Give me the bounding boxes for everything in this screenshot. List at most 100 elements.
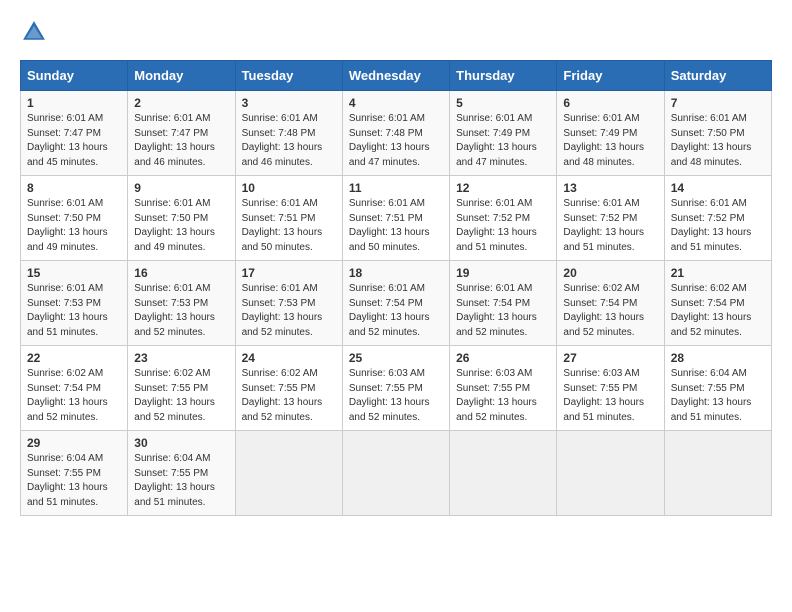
daylight-label: Daylight: 13 hours (27, 397, 108, 408)
sunset-label: Sunset: 7:52 PM (456, 213, 530, 224)
sunset-label: Sunset: 7:54 PM (671, 298, 745, 309)
sunset-label: Sunset: 7:49 PM (456, 128, 530, 139)
day-number: 17 (242, 266, 336, 280)
daylight-label: Daylight: 13 hours (563, 312, 644, 323)
calendar-cell: 5 Sunrise: 6:01 AM Sunset: 7:49 PM Dayli… (450, 91, 557, 176)
daylight-label: Daylight: 13 hours (456, 142, 537, 153)
sunrise-label: Sunrise: 6:02 AM (563, 283, 639, 294)
day-info: Sunrise: 6:02 AM Sunset: 7:55 PM Dayligh… (242, 367, 336, 425)
sunrise-label: Sunrise: 6:01 AM (27, 113, 103, 124)
calendar-cell: 14 Sunrise: 6:01 AM Sunset: 7:52 PM Dayl… (664, 176, 771, 261)
day-number: 15 (27, 266, 121, 280)
day-info: Sunrise: 6:01 AM Sunset: 7:53 PM Dayligh… (242, 282, 336, 340)
day-info: Sunrise: 6:02 AM Sunset: 7:54 PM Dayligh… (563, 282, 657, 340)
sunrise-label: Sunrise: 6:01 AM (456, 113, 532, 124)
sunrise-label: Sunrise: 6:01 AM (563, 113, 639, 124)
daylight-label: Daylight: 13 hours (349, 227, 430, 238)
calendar-cell: 3 Sunrise: 6:01 AM Sunset: 7:48 PM Dayli… (235, 91, 342, 176)
day-number: 30 (134, 436, 228, 450)
calendar-week-row: 1 Sunrise: 6:01 AM Sunset: 7:47 PM Dayli… (21, 91, 772, 176)
day-info: Sunrise: 6:01 AM Sunset: 7:52 PM Dayligh… (456, 197, 550, 255)
calendar-cell: 11 Sunrise: 6:01 AM Sunset: 7:51 PM Dayl… (342, 176, 449, 261)
day-info: Sunrise: 6:01 AM Sunset: 7:48 PM Dayligh… (349, 112, 443, 170)
daylight-label: Daylight: 13 hours (27, 482, 108, 493)
calendar-cell: 2 Sunrise: 6:01 AM Sunset: 7:47 PM Dayli… (128, 91, 235, 176)
calendar-cell: 16 Sunrise: 6:01 AM Sunset: 7:53 PM Dayl… (128, 261, 235, 346)
daylight-label: Daylight: 13 hours (671, 227, 752, 238)
day-number: 14 (671, 181, 765, 195)
sunset-label: Sunset: 7:55 PM (456, 383, 530, 394)
calendar-cell: 17 Sunrise: 6:01 AM Sunset: 7:53 PM Dayl… (235, 261, 342, 346)
day-number: 27 (563, 351, 657, 365)
calendar-cell: 25 Sunrise: 6:03 AM Sunset: 7:55 PM Dayl… (342, 346, 449, 431)
daylight-label: Daylight: 13 hours (27, 227, 108, 238)
calendar-cell (664, 431, 771, 516)
calendar-cell: 18 Sunrise: 6:01 AM Sunset: 7:54 PM Dayl… (342, 261, 449, 346)
day-info: Sunrise: 6:01 AM Sunset: 7:48 PM Dayligh… (242, 112, 336, 170)
sunrise-label: Sunrise: 6:02 AM (242, 368, 318, 379)
daylight-label: Daylight: 13 hours (349, 397, 430, 408)
daylight-minutes: and 52 minutes. (242, 412, 313, 423)
weekday-header: Tuesday (235, 61, 342, 91)
daylight-label: Daylight: 13 hours (671, 397, 752, 408)
daylight-label: Daylight: 13 hours (563, 227, 644, 238)
daylight-label: Daylight: 13 hours (242, 227, 323, 238)
day-info: Sunrise: 6:02 AM Sunset: 7:54 PM Dayligh… (27, 367, 121, 425)
day-info: Sunrise: 6:02 AM Sunset: 7:55 PM Dayligh… (134, 367, 228, 425)
day-number: 24 (242, 351, 336, 365)
calendar-cell (342, 431, 449, 516)
sunrise-label: Sunrise: 6:01 AM (671, 113, 747, 124)
daylight-label: Daylight: 13 hours (456, 227, 537, 238)
day-info: Sunrise: 6:01 AM Sunset: 7:53 PM Dayligh… (27, 282, 121, 340)
calendar-cell: 23 Sunrise: 6:02 AM Sunset: 7:55 PM Dayl… (128, 346, 235, 431)
day-info: Sunrise: 6:03 AM Sunset: 7:55 PM Dayligh… (456, 367, 550, 425)
day-number: 8 (27, 181, 121, 195)
daylight-minutes: and 52 minutes. (671, 327, 742, 338)
day-number: 11 (349, 181, 443, 195)
day-info: Sunrise: 6:04 AM Sunset: 7:55 PM Dayligh… (134, 452, 228, 510)
day-info: Sunrise: 6:01 AM Sunset: 7:51 PM Dayligh… (349, 197, 443, 255)
day-number: 18 (349, 266, 443, 280)
sunset-label: Sunset: 7:51 PM (242, 213, 316, 224)
daylight-minutes: and 51 minutes. (563, 242, 634, 253)
daylight-minutes: and 52 minutes. (134, 412, 205, 423)
sunset-label: Sunset: 7:50 PM (134, 213, 208, 224)
sunrise-label: Sunrise: 6:01 AM (134, 283, 210, 294)
calendar-cell: 7 Sunrise: 6:01 AM Sunset: 7:50 PM Dayli… (664, 91, 771, 176)
sunset-label: Sunset: 7:53 PM (134, 298, 208, 309)
sunset-label: Sunset: 7:53 PM (242, 298, 316, 309)
calendar-week-row: 29 Sunrise: 6:04 AM Sunset: 7:55 PM Dayl… (21, 431, 772, 516)
day-number: 4 (349, 96, 443, 110)
calendar-cell (235, 431, 342, 516)
sunrise-label: Sunrise: 6:01 AM (27, 198, 103, 209)
calendar-week-row: 15 Sunrise: 6:01 AM Sunset: 7:53 PM Dayl… (21, 261, 772, 346)
calendar-cell: 30 Sunrise: 6:04 AM Sunset: 7:55 PM Dayl… (128, 431, 235, 516)
calendar-cell (557, 431, 664, 516)
weekday-header: Sunday (21, 61, 128, 91)
page-header (20, 18, 772, 46)
calendar-cell (450, 431, 557, 516)
daylight-minutes: and 46 minutes. (242, 157, 313, 168)
day-info: Sunrise: 6:02 AM Sunset: 7:54 PM Dayligh… (671, 282, 765, 340)
weekday-header: Saturday (664, 61, 771, 91)
sunrise-label: Sunrise: 6:01 AM (349, 198, 425, 209)
sunset-label: Sunset: 7:48 PM (242, 128, 316, 139)
sunrise-label: Sunrise: 6:01 AM (456, 198, 532, 209)
day-info: Sunrise: 6:01 AM Sunset: 7:50 PM Dayligh… (134, 197, 228, 255)
daylight-label: Daylight: 13 hours (242, 142, 323, 153)
sunset-label: Sunset: 7:55 PM (27, 468, 101, 479)
sunrise-label: Sunrise: 6:01 AM (563, 198, 639, 209)
day-info: Sunrise: 6:01 AM Sunset: 7:52 PM Dayligh… (671, 197, 765, 255)
calendar-cell: 9 Sunrise: 6:01 AM Sunset: 7:50 PM Dayli… (128, 176, 235, 261)
daylight-label: Daylight: 13 hours (671, 142, 752, 153)
sunrise-label: Sunrise: 6:04 AM (134, 453, 210, 464)
sunset-label: Sunset: 7:55 PM (134, 468, 208, 479)
daylight-label: Daylight: 13 hours (27, 142, 108, 153)
day-info: Sunrise: 6:03 AM Sunset: 7:55 PM Dayligh… (563, 367, 657, 425)
calendar-cell: 20 Sunrise: 6:02 AM Sunset: 7:54 PM Dayl… (557, 261, 664, 346)
daylight-minutes: and 52 minutes. (349, 412, 420, 423)
day-number: 6 (563, 96, 657, 110)
daylight-minutes: and 50 minutes. (242, 242, 313, 253)
sunrise-label: Sunrise: 6:02 AM (27, 368, 103, 379)
calendar-cell: 13 Sunrise: 6:01 AM Sunset: 7:52 PM Dayl… (557, 176, 664, 261)
